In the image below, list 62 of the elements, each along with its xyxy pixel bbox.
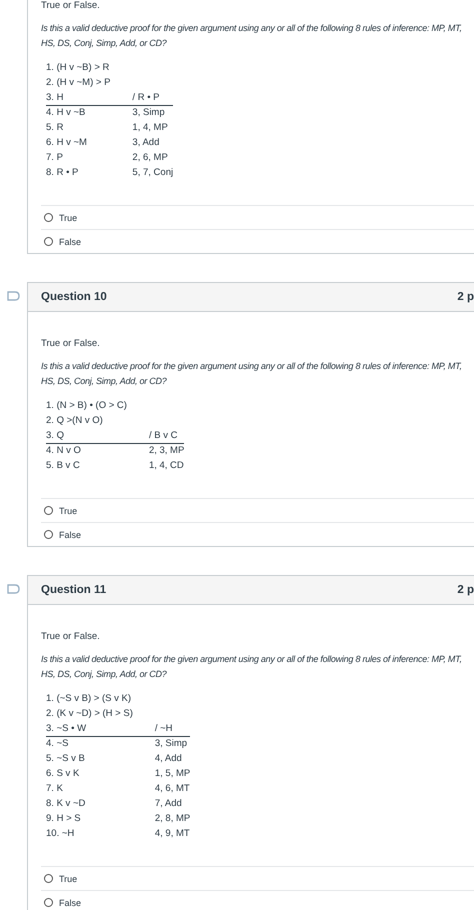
proof-line: 5. ~S v B xyxy=(46,752,86,766)
proof-line: 5. B v C xyxy=(46,459,81,473)
conclusion-text: / R • P xyxy=(132,91,174,106)
premise-line: 3. ~S • W xyxy=(46,722,155,737)
proof-line: 4. ~S xyxy=(46,737,70,751)
conclusion-text: / ~H xyxy=(154,722,190,737)
question-points: 2 p xyxy=(457,584,474,596)
proof-line: 4. H v ~B xyxy=(46,106,86,120)
question-prompt: True or False. xyxy=(41,631,101,642)
question-points: 2 p xyxy=(457,291,474,303)
radio-button[interactable] xyxy=(44,506,53,515)
proof-line: 8. K v ~D xyxy=(46,797,86,811)
question-prompt: True or False. xyxy=(41,0,101,11)
justification-text: 1, 4, MP xyxy=(132,121,169,135)
answer-option[interactable]: True xyxy=(41,866,474,890)
radio-button[interactable] xyxy=(44,213,53,222)
proof-line: 1. (N > B) • (O > C) xyxy=(46,399,128,413)
proof-line: 8. R • P xyxy=(46,166,80,180)
proof-line: 10. ~H xyxy=(46,827,76,841)
question-title: Question 11 xyxy=(41,584,106,596)
question-text: Is this a valid deductive proof for the given argument using any or all of the following 8 rules of inference: MP, MT, HS, DS, Conj, Simp, Add, or CD? xyxy=(41,653,463,681)
premise-line: 3. H xyxy=(46,91,132,106)
answer-option[interactable]: False xyxy=(41,890,474,910)
justification-text: 2, 8, MP xyxy=(154,812,190,826)
premise-line: 3. Q xyxy=(46,429,149,444)
answer-option[interactable]: False xyxy=(41,229,474,253)
justification-text: 4, 9, MT xyxy=(154,827,190,841)
justification-text: 1, 5, MP xyxy=(154,767,190,781)
answer-option[interactable]: False xyxy=(41,522,474,546)
justification-text: 3, Simp xyxy=(154,737,188,751)
radio-button[interactable] xyxy=(44,530,53,539)
justification-text: 3, Add xyxy=(132,136,160,150)
proof-line: 6. S v K xyxy=(46,767,80,781)
proof-line: 2. (H v ~M) > P xyxy=(46,76,112,90)
answer-option[interactable]: True xyxy=(41,498,474,522)
question-title: Question 10 xyxy=(41,291,107,303)
question-text: Is this a valid deductive proof for the given argument using any or all of the following 8 rules of inference: MP, MT, HS, DS, Conj, Simp, Add, or CD? xyxy=(41,360,463,388)
justification-text: 2, 3, MP xyxy=(148,444,184,458)
justification-text: 4, Add xyxy=(154,752,183,766)
justification-text: 7, Add xyxy=(154,797,183,811)
answer-option[interactable]: True xyxy=(41,205,474,229)
justification-text: 2, 6, MP xyxy=(132,151,169,165)
question-text: Is this a valid deductive proof for the given argument using any or all of the following 8 rules of inference: MP, MT, HS, DS, Conj, Simp, Add, or CD? xyxy=(41,22,463,50)
question-prompt: True or False. xyxy=(41,338,101,349)
proof-line: 7. P xyxy=(46,151,64,165)
justification-text: 4, 6, MT xyxy=(154,782,190,796)
proof-line: 2. (K v ~D) > (H > S) xyxy=(46,707,134,721)
justification-text: 3, Simp xyxy=(132,106,166,120)
conclusion-text: / B v C xyxy=(148,429,184,444)
justification-text: 5, 7, Conj xyxy=(132,166,174,180)
proof-line: 6. H v ~M xyxy=(46,136,88,150)
proof-line: 7. K xyxy=(46,782,64,796)
proof-line: 5. R xyxy=(46,121,64,135)
radio-button[interactable] xyxy=(44,874,53,883)
proof-line: 1. (~S v B) > (S v K) xyxy=(46,692,132,706)
radio-button[interactable] xyxy=(44,898,53,907)
proof-line: 1. (H v ~B) > R xyxy=(46,61,110,75)
proof-line: 9. H > S xyxy=(46,812,82,826)
proof-line: 2. Q >(N v O) xyxy=(46,414,104,428)
proof-line: 4. N v O xyxy=(46,444,82,458)
radio-button[interactable] xyxy=(44,237,53,246)
justification-text: 1, 4, CD xyxy=(148,459,184,473)
